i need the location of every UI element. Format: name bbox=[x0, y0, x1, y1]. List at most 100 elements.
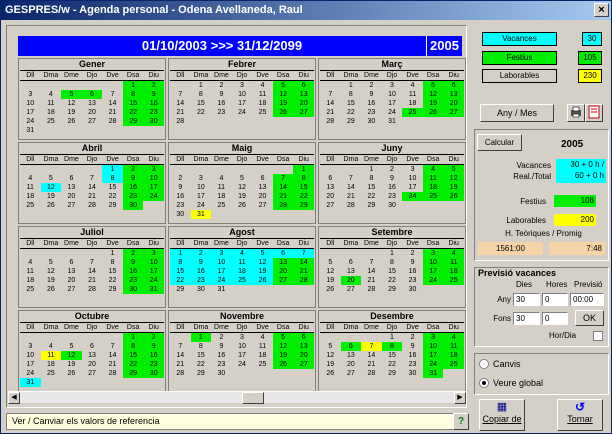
day-cell[interactable]: 2 bbox=[122, 165, 144, 174]
day-cell[interactable]: 27 bbox=[82, 369, 103, 378]
day-cell[interactable]: 24 bbox=[402, 192, 423, 201]
day-cell[interactable]: 15 bbox=[293, 183, 314, 192]
day-cell[interactable]: 31 bbox=[20, 126, 41, 135]
day-cell[interactable]: 6 bbox=[61, 174, 82, 183]
any-dies-input[interactable]: 30 bbox=[513, 293, 540, 306]
day-cell[interactable]: 10 bbox=[211, 258, 232, 267]
day-cell[interactable]: 3 bbox=[211, 249, 232, 258]
day-cell[interactable]: 2 bbox=[361, 81, 382, 90]
day-cell[interactable]: 9 bbox=[382, 174, 403, 183]
day-cell[interactable]: 28 bbox=[341, 201, 362, 210]
day-cell[interactable]: 13 bbox=[293, 342, 314, 351]
day-cell[interactable]: 3 bbox=[232, 81, 253, 90]
day-cell[interactable]: 26 bbox=[422, 108, 444, 117]
day-cell[interactable]: 26 bbox=[252, 276, 273, 285]
day-cell[interactable]: 30 bbox=[122, 285, 144, 294]
day-cell[interactable]: 6 bbox=[293, 81, 314, 90]
day-cell[interactable]: 26 bbox=[61, 369, 82, 378]
day-cell[interactable]: 5 bbox=[232, 174, 253, 183]
day-cell[interactable]: 5 bbox=[443, 165, 464, 174]
day-cell[interactable]: 25 bbox=[252, 360, 273, 369]
day-cell[interactable]: 31 bbox=[20, 378, 41, 387]
day-cell[interactable]: 25 bbox=[422, 192, 444, 201]
any-mes-button[interactable]: Any / Mes bbox=[480, 104, 554, 122]
day-cell[interactable]: 2 bbox=[143, 81, 164, 90]
day-cell[interactable]: 15 bbox=[102, 183, 123, 192]
any-hores-input[interactable]: 0 bbox=[542, 293, 568, 306]
day-cell[interactable]: 17 bbox=[402, 183, 423, 192]
day-cell[interactable]: 20 bbox=[82, 360, 103, 369]
day-cell[interactable]: 22 bbox=[293, 192, 314, 201]
day-cell[interactable]: 23 bbox=[402, 360, 423, 369]
day-cell[interactable]: 11 bbox=[422, 174, 444, 183]
day-cell[interactable]: 7 bbox=[272, 174, 294, 183]
day-cell[interactable]: 7 bbox=[82, 258, 103, 267]
day-cell[interactable]: 5 bbox=[320, 342, 341, 351]
horizontal-scrollbar[interactable]: ◀ ▶ bbox=[8, 391, 466, 404]
day-cell[interactable]: 17 bbox=[191, 192, 212, 201]
day-cell[interactable]: 18 bbox=[252, 99, 273, 108]
day-cell[interactable]: 18 bbox=[41, 108, 62, 117]
day-cell[interactable]: 7 bbox=[170, 342, 191, 351]
day-cell[interactable]: 20 bbox=[82, 108, 103, 117]
day-cell[interactable]: 31 bbox=[211, 285, 232, 294]
day-cell[interactable]: 23 bbox=[170, 201, 191, 210]
day-cell[interactable]: 29 bbox=[293, 201, 314, 210]
day-cell[interactable]: 4 bbox=[41, 342, 62, 351]
canvis-radio[interactable] bbox=[479, 359, 489, 369]
day-cell[interactable]: 18 bbox=[211, 192, 232, 201]
day-cell[interactable]: 5 bbox=[252, 249, 273, 258]
day-cell[interactable]: 25 bbox=[41, 369, 62, 378]
day-cell[interactable]: 8 bbox=[122, 342, 144, 351]
day-cell[interactable]: 1 bbox=[382, 249, 403, 258]
day-cell[interactable]: 26 bbox=[272, 108, 294, 117]
day-cell[interactable]: 8 bbox=[361, 174, 382, 183]
day-cell[interactable]: 18 bbox=[20, 276, 41, 285]
day-cell[interactable]: 9 bbox=[211, 90, 232, 99]
day-cell[interactable]: 1 bbox=[341, 81, 362, 90]
day-cell[interactable]: 12 bbox=[272, 342, 294, 351]
day-cell[interactable]: 8 bbox=[102, 174, 123, 183]
day-cell[interactable]: 23 bbox=[361, 108, 382, 117]
day-cell[interactable]: 3 bbox=[143, 249, 164, 258]
day-cell[interactable]: 14 bbox=[293, 258, 314, 267]
day-cell[interactable]: 30 bbox=[402, 369, 423, 378]
day-cell[interactable]: 27 bbox=[320, 201, 341, 210]
day-cell[interactable]: 26 bbox=[61, 117, 82, 126]
day-cell[interactable]: 18 bbox=[252, 351, 273, 360]
day-cell[interactable]: 28 bbox=[361, 285, 382, 294]
day-cell[interactable]: 8 bbox=[170, 258, 191, 267]
day-cell[interactable]: 18 bbox=[422, 183, 444, 192]
day-cell[interactable]: 1 bbox=[191, 81, 212, 90]
day-cell[interactable]: 12 bbox=[40, 183, 62, 192]
day-cell[interactable]: 3 bbox=[20, 342, 41, 351]
day-cell[interactable]: 12 bbox=[61, 99, 82, 108]
day-cell[interactable]: 13 bbox=[341, 351, 362, 360]
day-cell[interactable]: 28 bbox=[82, 201, 103, 210]
day-cell[interactable]: 20 bbox=[340, 276, 362, 285]
day-cell[interactable]: 31 bbox=[143, 285, 164, 294]
day-cell[interactable]: 1 bbox=[102, 249, 123, 258]
day-cell[interactable]: 19 bbox=[252, 267, 273, 276]
day-cell[interactable]: 9 bbox=[122, 174, 144, 183]
day-cell[interactable]: 5 bbox=[41, 174, 62, 183]
day-cell[interactable]: 1 bbox=[122, 81, 144, 90]
day-cell[interactable]: 1 bbox=[361, 165, 382, 174]
day-cell[interactable]: 23 bbox=[143, 360, 164, 369]
day-cell[interactable]: 29 bbox=[102, 285, 123, 294]
day-cell[interactable]: 14 bbox=[361, 351, 382, 360]
day-cell[interactable]: 21 bbox=[361, 360, 382, 369]
day-cell[interactable]: 14 bbox=[320, 99, 341, 108]
day-cell[interactable]: 7 bbox=[293, 249, 314, 258]
day-cell[interactable]: 25 bbox=[252, 108, 273, 117]
day-cell[interactable]: 17 bbox=[422, 267, 444, 276]
scroll-thumb[interactable] bbox=[242, 392, 264, 404]
day-cell[interactable]: 28 bbox=[82, 285, 103, 294]
day-cell[interactable]: 16 bbox=[211, 99, 232, 108]
day-cell[interactable]: 4 bbox=[422, 165, 444, 174]
day-cell[interactable]: 28 bbox=[320, 117, 341, 126]
tornar-button[interactable]: ↺ Tornar bbox=[557, 399, 603, 431]
day-cell[interactable]: 28 bbox=[272, 201, 294, 210]
day-cell[interactable]: 15 bbox=[102, 267, 123, 276]
day-cell[interactable]: 21 bbox=[102, 108, 123, 117]
